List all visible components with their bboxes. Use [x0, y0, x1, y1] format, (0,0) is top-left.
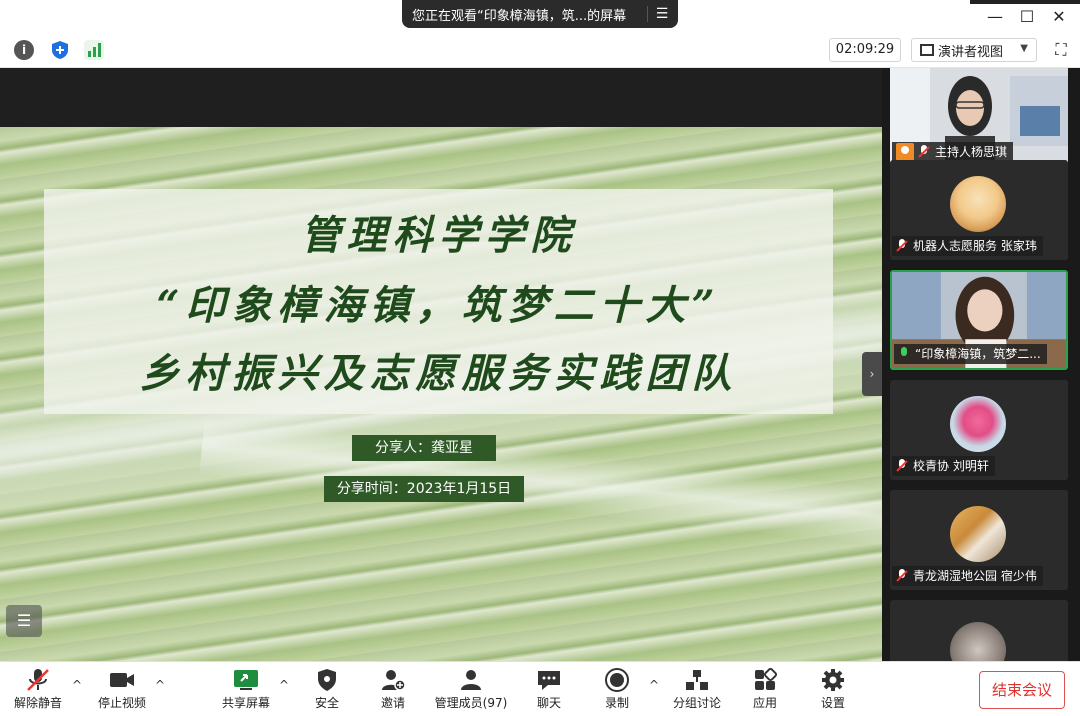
mic-muted-icon — [896, 569, 908, 583]
slide-title-line-2: “印象樟海镇，筑梦二十大” — [156, 282, 721, 329]
security-label: 安全 — [314, 696, 339, 710]
record-icon — [604, 668, 630, 692]
participant-name: 主持人杨思琪 — [935, 145, 1008, 159]
manage-members-label: 管理成员(97) — [434, 696, 508, 710]
apps-label: 应用 — [752, 696, 777, 710]
participant-name-bar: 主持人杨思琪 — [892, 142, 1014, 162]
minimize-button[interactable]: — — [984, 6, 1006, 28]
apps-grid-icon — [752, 667, 778, 692]
participant-tile[interactable]: 青龙湖湿地公园 宿少伟 — [890, 490, 1068, 590]
slide-list-icon[interactable]: ☰ — [6, 605, 42, 637]
slide-share-time-label: 分享时间：2023年1月15日 — [324, 476, 524, 502]
security-button[interactable]: 安全 — [289, 666, 365, 714]
view-mode-label: 演讲者视图 — [938, 44, 1004, 60]
network-signal-icon[interactable] — [84, 40, 104, 60]
shared-screen-area: 管理科学学院 “印象樟海镇，筑梦二十大” 乡村振兴及志愿服务实践团队 分享人：龚… — [0, 68, 882, 687]
stop-video-button[interactable]: 停止视频 — [84, 666, 160, 714]
invite-button[interactable]: 邀请 — [355, 666, 431, 714]
window-top-edge — [970, 0, 1080, 4]
gear-icon — [820, 668, 846, 692]
collapse-panel-handle[interactable]: › — [862, 352, 882, 396]
unmute-label: 解除静音 — [13, 696, 62, 710]
chevron-down-icon: ▼ — [1020, 43, 1028, 54]
video-camera-icon — [109, 668, 135, 692]
participant-tile[interactable]: 机器人志愿服务 张家玮 — [890, 160, 1068, 260]
fullscreen-icon[interactable]: ⛶ — [1051, 40, 1071, 60]
audio-options-caret[interactable]: ^ — [70, 678, 84, 692]
record-button[interactable]: 录制 — [579, 666, 655, 714]
participant-name-bar: 青龙湖湿地公园 宿少伟 — [892, 566, 1043, 586]
settings-label: 设置 — [820, 696, 845, 710]
security-shield-icon — [314, 668, 340, 692]
end-meeting-button[interactable]: 结束会议 — [979, 671, 1065, 709]
unmute-button[interactable]: 解除静音 — [0, 666, 76, 714]
chat-label: 聊天 — [536, 696, 561, 710]
info-icon[interactable]: i — [14, 40, 34, 60]
participant-avatar — [950, 622, 1006, 661]
meeting-window: 您正在观看“印象樟海镇，筑...的屏幕 ☰ — ☐ ✕ i 02:09:29 演… — [0, 0, 1080, 716]
view-mode-dropdown[interactable]: 演讲者视图 ▼ — [911, 38, 1037, 62]
title-bar: 您正在观看“印象樟海镇，筑...的屏幕 ☰ — ☐ ✕ — [0, 0, 1080, 32]
speaker-view-icon — [920, 44, 934, 56]
participant-name-bar: 机器人志愿服务 张家玮 — [892, 236, 1043, 256]
add-user-icon — [380, 668, 406, 692]
participant-video-panel: 主持人杨思琪 机器人志愿服务 张家玮 “印象樟海镇，筑梦二... 校青协 刘明轩… — [882, 68, 1080, 661]
mic-active-icon — [898, 347, 910, 361]
participant-name: “印象樟海镇，筑梦二... — [915, 347, 1041, 361]
encryption-shield-icon[interactable] — [50, 40, 70, 60]
record-label: 录制 — [604, 696, 629, 710]
participant-avatar — [950, 396, 1006, 452]
stop-video-label: 停止视频 — [97, 696, 146, 710]
menu-icon[interactable]: ☰ — [654, 5, 670, 23]
participant-tile[interactable]: 主持人杨思琪 — [890, 68, 1068, 166]
participant-avatar — [950, 176, 1006, 232]
slide-title-line-3: 乡村振兴及志愿服务实践团队 — [139, 350, 738, 397]
participant-name: 机器人志愿服务 张家玮 — [913, 239, 1037, 253]
breakout-rooms-label: 分组讨论 — [672, 696, 721, 710]
meeting-toolbar: i 02:09:29 演讲者视图 ▼ ⛶ — [0, 32, 1080, 68]
breakout-rooms-icon — [684, 668, 710, 692]
share-banner-text: 您正在观看“印象樟海镇，筑...的屏幕 — [412, 8, 627, 24]
slide-sharer-label: 分享人：龚亚星 — [352, 435, 496, 461]
chat-bubble-icon — [536, 668, 562, 692]
participant-tile-active-speaker[interactable]: “印象樟海镇，筑梦二... — [890, 270, 1068, 370]
participant-name-bar: 校青协 刘明轩 — [892, 456, 995, 476]
share-screen-button[interactable]: 共享屏幕 — [208, 666, 284, 714]
video-options-caret[interactable]: ^ — [153, 678, 167, 692]
mic-muted-icon — [896, 459, 908, 473]
chat-button[interactable]: 聊天 — [511, 666, 587, 714]
participant-name: 青龙湖湿地公园 宿少伟 — [913, 569, 1037, 583]
apps-button[interactable]: 应用 — [727, 666, 803, 714]
mic-muted-icon — [918, 145, 930, 159]
banner-divider — [647, 6, 648, 22]
meeting-timer: 02:09:29 — [829, 38, 901, 62]
mic-muted-icon — [25, 668, 51, 692]
breakout-rooms-button[interactable]: 分组讨论 — [659, 666, 735, 714]
slide-title-box: 管理科学学院 “印象樟海镇，筑梦二十大” 乡村振兴及志愿服务实践团队 — [44, 189, 833, 414]
participant-tile[interactable] — [890, 600, 1068, 661]
host-icon — [896, 143, 914, 161]
invite-label: 邀请 — [380, 696, 405, 710]
share-screen-icon — [233, 668, 259, 692]
members-icon — [458, 668, 484, 692]
participant-tile[interactable]: 校青协 刘明轩 — [890, 380, 1068, 480]
settings-button[interactable]: 设置 — [795, 666, 871, 714]
share-screen-label: 共享屏幕 — [221, 696, 270, 710]
participant-avatar — [950, 506, 1006, 562]
presentation-slide: 管理科学学院 “印象樟海镇，筑梦二十大” 乡村振兴及志愿服务实践团队 分享人：龚… — [0, 127, 882, 687]
participant-name-bar: “印象樟海镇，筑梦二... — [894, 344, 1047, 364]
maximize-button[interactable]: ☐ — [1016, 6, 1038, 28]
participant-name: 校青协 刘明轩 — [913, 459, 989, 473]
close-button[interactable]: ✕ — [1048, 6, 1070, 28]
mic-muted-icon — [896, 239, 908, 253]
manage-members-button[interactable]: 管理成员(97) — [425, 666, 517, 714]
slide-title-line-1: 管理科学学院 — [300, 212, 577, 259]
meeting-controls-bar: 解除静音 ^ 停止视频 ^ 共享屏幕 ^ 安全 邀请 管理成员(97) 聊天 录… — [0, 661, 1080, 716]
viewing-share-banner[interactable]: 您正在观看“印象樟海镇，筑...的屏幕 ☰ — [402, 0, 678, 28]
